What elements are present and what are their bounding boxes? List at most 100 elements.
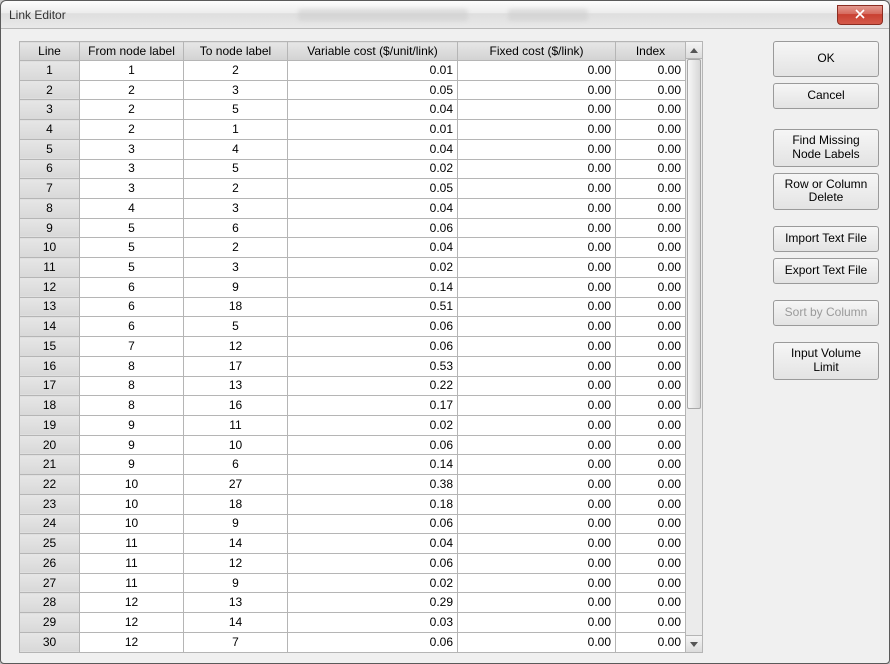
table-row[interactable]: 10520.040.000.00 xyxy=(20,238,686,258)
cell-from[interactable]: 11 xyxy=(80,573,184,593)
row-header[interactable]: 30 xyxy=(20,632,80,652)
cell-varcost[interactable]: 0.14 xyxy=(288,455,458,475)
table-row[interactable]: 271190.020.000.00 xyxy=(20,573,686,593)
cell-to[interactable]: 3 xyxy=(184,80,288,100)
cell-to[interactable]: 2 xyxy=(184,61,288,81)
cell-index[interactable]: 0.00 xyxy=(616,139,686,159)
cell-to[interactable]: 11 xyxy=(184,415,288,435)
table-row[interactable]: 1120.010.000.00 xyxy=(20,61,686,81)
row-header[interactable]: 9 xyxy=(20,218,80,238)
cell-from[interactable]: 5 xyxy=(80,258,184,278)
table-row[interactable]: 2310180.180.000.00 xyxy=(20,494,686,514)
cell-from[interactable]: 5 xyxy=(80,218,184,238)
row-header[interactable]: 7 xyxy=(20,179,80,199)
cell-fixedcost[interactable]: 0.00 xyxy=(458,534,616,554)
cell-fixedcost[interactable]: 0.00 xyxy=(458,475,616,495)
cell-varcost[interactable]: 0.04 xyxy=(288,139,458,159)
row-header[interactable]: 2 xyxy=(20,80,80,100)
vertical-scrollbar[interactable] xyxy=(686,41,703,653)
input-volume-limit-button[interactable]: Input Volume Limit xyxy=(773,342,879,380)
cell-varcost[interactable]: 0.53 xyxy=(288,356,458,376)
col-header-index[interactable]: Index xyxy=(616,42,686,61)
cell-index[interactable]: 0.00 xyxy=(616,61,686,81)
cell-fixedcost[interactable]: 0.00 xyxy=(458,199,616,219)
close-button[interactable] xyxy=(837,5,883,25)
cell-index[interactable]: 0.00 xyxy=(616,317,686,337)
table-row[interactable]: 6350.020.000.00 xyxy=(20,159,686,179)
cell-fixedcost[interactable]: 0.00 xyxy=(458,593,616,613)
cell-index[interactable]: 0.00 xyxy=(616,356,686,376)
cell-index[interactable]: 0.00 xyxy=(616,238,686,258)
table-row[interactable]: 199110.020.000.00 xyxy=(20,415,686,435)
cell-varcost[interactable]: 0.51 xyxy=(288,297,458,317)
row-header[interactable]: 23 xyxy=(20,494,80,514)
cell-to[interactable]: 27 xyxy=(184,475,288,495)
cell-fixedcost[interactable]: 0.00 xyxy=(458,179,616,199)
cell-varcost[interactable]: 0.22 xyxy=(288,376,458,396)
cell-to[interactable]: 17 xyxy=(184,356,288,376)
table-row[interactable]: 11530.020.000.00 xyxy=(20,258,686,278)
cell-varcost[interactable]: 0.01 xyxy=(288,61,458,81)
cell-varcost[interactable]: 0.03 xyxy=(288,613,458,633)
row-header[interactable]: 8 xyxy=(20,199,80,219)
cell-varcost[interactable]: 0.04 xyxy=(288,534,458,554)
cell-to[interactable]: 3 xyxy=(184,258,288,278)
cell-fixedcost[interactable]: 0.00 xyxy=(458,258,616,278)
scroll-track[interactable] xyxy=(686,59,702,635)
cell-fixedcost[interactable]: 0.00 xyxy=(458,494,616,514)
row-header[interactable]: 12 xyxy=(20,277,80,297)
col-header-fixed[interactable]: Fixed cost ($/link) xyxy=(458,42,616,61)
cell-fixedcost[interactable]: 0.00 xyxy=(458,238,616,258)
cell-index[interactable]: 0.00 xyxy=(616,475,686,495)
cell-from[interactable]: 7 xyxy=(80,337,184,357)
cell-fixedcost[interactable]: 0.00 xyxy=(458,337,616,357)
scroll-thumb[interactable] xyxy=(687,59,701,409)
row-header[interactable]: 10 xyxy=(20,238,80,258)
cell-varcost[interactable]: 0.17 xyxy=(288,396,458,416)
cell-from[interactable]: 10 xyxy=(80,514,184,534)
cell-index[interactable]: 0.00 xyxy=(616,573,686,593)
cell-to[interactable]: 14 xyxy=(184,613,288,633)
cell-varcost[interactable]: 0.02 xyxy=(288,159,458,179)
cell-index[interactable]: 0.00 xyxy=(616,613,686,633)
cell-fixedcost[interactable]: 0.00 xyxy=(458,573,616,593)
table-row[interactable]: 14650.060.000.00 xyxy=(20,317,686,337)
cell-to[interactable]: 14 xyxy=(184,534,288,554)
cell-fixedcost[interactable]: 0.00 xyxy=(458,80,616,100)
row-header[interactable]: 11 xyxy=(20,258,80,278)
cell-from[interactable]: 6 xyxy=(80,277,184,297)
col-header-from[interactable]: From node label xyxy=(80,42,184,61)
table-row[interactable]: 12690.140.000.00 xyxy=(20,277,686,297)
sort-by-column-button[interactable]: Sort by Column xyxy=(773,300,879,326)
table-row[interactable]: 8430.040.000.00 xyxy=(20,199,686,219)
cell-fixedcost[interactable]: 0.00 xyxy=(458,415,616,435)
cell-varcost[interactable]: 0.29 xyxy=(288,593,458,613)
cell-from[interactable]: 4 xyxy=(80,199,184,219)
cell-varcost[interactable]: 0.02 xyxy=(288,573,458,593)
table-row[interactable]: 301270.060.000.00 xyxy=(20,632,686,652)
row-header[interactable]: 28 xyxy=(20,593,80,613)
cell-index[interactable]: 0.00 xyxy=(616,396,686,416)
cell-from[interactable]: 1 xyxy=(80,61,184,81)
cell-to[interactable]: 13 xyxy=(184,376,288,396)
cell-to[interactable]: 5 xyxy=(184,100,288,120)
row-header[interactable]: 5 xyxy=(20,139,80,159)
cell-fixedcost[interactable]: 0.00 xyxy=(458,277,616,297)
row-header[interactable]: 19 xyxy=(20,415,80,435)
cell-index[interactable]: 0.00 xyxy=(616,514,686,534)
cell-to[interactable]: 5 xyxy=(184,159,288,179)
cell-varcost[interactable]: 0.06 xyxy=(288,553,458,573)
cell-fixedcost[interactable]: 0.00 xyxy=(458,100,616,120)
cell-fixedcost[interactable]: 0.00 xyxy=(458,514,616,534)
row-header[interactable]: 15 xyxy=(20,337,80,357)
cell-from[interactable]: 12 xyxy=(80,593,184,613)
table-row[interactable]: 9560.060.000.00 xyxy=(20,218,686,238)
cell-from[interactable]: 3 xyxy=(80,139,184,159)
row-header[interactable]: 1 xyxy=(20,61,80,81)
cell-from[interactable]: 11 xyxy=(80,553,184,573)
cell-index[interactable]: 0.00 xyxy=(616,277,686,297)
table-row[interactable]: 178130.220.000.00 xyxy=(20,376,686,396)
cell-from[interactable]: 12 xyxy=(80,632,184,652)
table-row[interactable]: 241090.060.000.00 xyxy=(20,514,686,534)
cell-varcost[interactable]: 0.02 xyxy=(288,258,458,278)
